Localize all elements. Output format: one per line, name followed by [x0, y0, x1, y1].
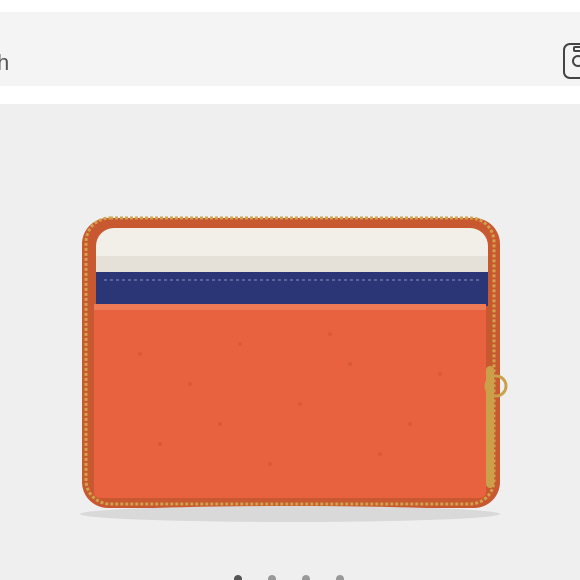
wallet-image — [80, 216, 508, 522]
camera-search-icon[interactable] — [562, 42, 580, 80]
search-input-text[interactable]: h — [0, 50, 9, 76]
orange-top-edge — [94, 304, 486, 310]
search-bar[interactable]: h — [0, 12, 580, 86]
product-image-area[interactable] — [0, 104, 580, 580]
carousel-dot[interactable] — [336, 575, 344, 580]
orange-front-panel — [94, 304, 486, 498]
carousel-indicator[interactable] — [0, 572, 580, 580]
wallet-floor-shadow — [80, 506, 500, 522]
carousel-dot[interactable] — [268, 575, 276, 580]
carousel-dot[interactable] — [234, 575, 242, 580]
navy-card-slot — [96, 272, 488, 306]
carousel-dot[interactable] — [302, 575, 310, 580]
cream-card-slot-shade — [96, 256, 488, 274]
